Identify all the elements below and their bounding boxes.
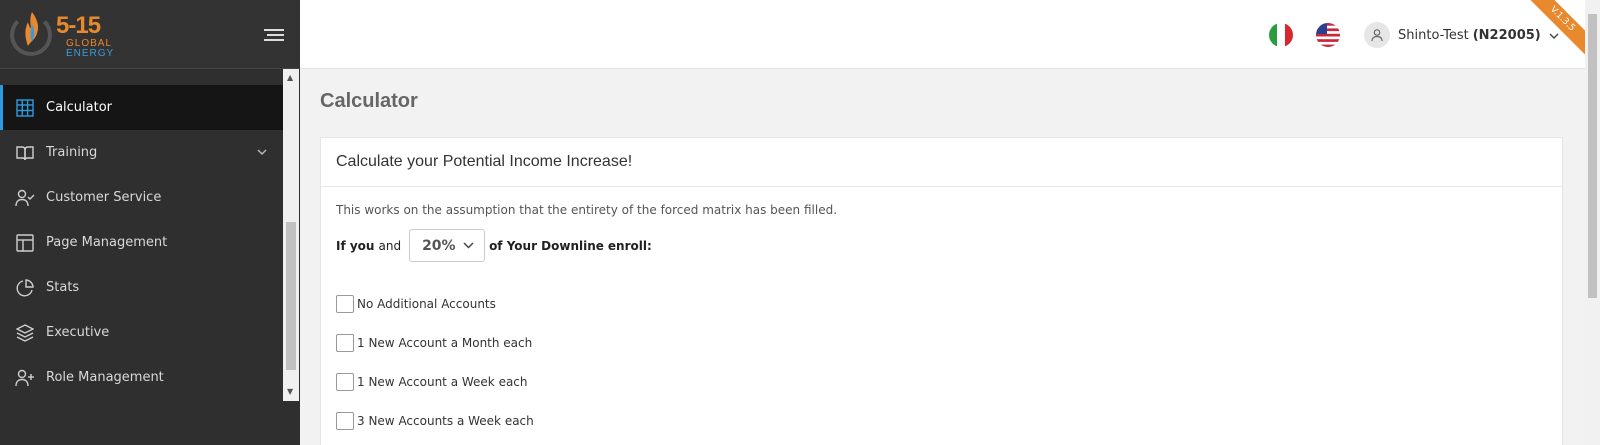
checkbox[interactable] [336, 294, 354, 313]
page-scroll-thumb[interactable] [1588, 14, 1597, 298]
sidebar-scroll-thumb[interactable] [286, 222, 296, 370]
sidebar-item-stats[interactable]: Stats [0, 265, 283, 310]
calculator-card: Calculate your Potential Income Increase… [320, 137, 1563, 445]
chevron-down-icon [257, 144, 267, 158]
assumption-text: This works on the assumption that the en… [336, 203, 838, 217]
enroll-prefix: and [378, 238, 402, 253]
sidebar-item-label: Page Management [46, 235, 168, 250]
sidebar-item-label: Customer Service [46, 190, 162, 205]
option-three-accounts-week[interactable]: 3 New Accounts a Week each [336, 401, 1547, 440]
flag-stripe [1277, 23, 1285, 47]
sidebar-item-label: Stats [46, 280, 80, 295]
book-icon [15, 143, 35, 163]
checkbox[interactable] [336, 333, 354, 352]
page-title: Calculator [320, 90, 418, 112]
us-flag-icon[interactable] [1316, 23, 1340, 47]
sidebar-item-label: Role Management [46, 370, 164, 385]
card-title: Calculate your Potential Income Increase… [336, 153, 633, 170]
sidebar-item-page-management[interactable]: Page Management [0, 220, 283, 265]
user-check-icon [15, 188, 35, 208]
sidebar-item-calculator[interactable]: Calculator [0, 85, 283, 130]
version-ribbon: V.1.3.5 [1529, 0, 1585, 56]
card-header: Calculate your Potential Income Increase… [321, 138, 1562, 187]
user-name: Shinto-Test [1398, 27, 1469, 43]
sidebar: 5-15 GLOBAL ENERGY Calculator Training C… [0, 0, 300, 445]
sidebar-item-label: Training [46, 145, 98, 160]
logo-line2: ENERGY [66, 48, 115, 59]
enroll-suffix-bold: enroll: [607, 238, 652, 253]
enroll-suffix-pre: of Your Downline [489, 238, 604, 253]
option-label: No Additional Accounts [357, 296, 496, 311]
sidebar-item-role-management[interactable]: Role Management [0, 355, 283, 400]
percent-value: 20% [422, 237, 456, 254]
avatar [1364, 22, 1390, 48]
percent-select[interactable]: 20% [409, 229, 486, 262]
chevron-down-icon [463, 242, 474, 249]
option-no-additional-accounts[interactable]: No Additional Accounts [336, 284, 1547, 323]
sidebar-item-training[interactable]: Training [0, 130, 283, 175]
sidebar-item-label: Calculator [46, 100, 113, 115]
scroll-up-arrow-icon[interactable]: ▲ [287, 74, 293, 82]
option-one-account-week[interactable]: 1 New Account a Week each [336, 362, 1547, 401]
flag-stripe [1269, 23, 1277, 47]
pie-chart-icon [15, 278, 35, 298]
sidebar-item-customer-service[interactable]: Customer Service [0, 175, 283, 220]
hamburger-line [267, 34, 284, 36]
sidebar-nav: Calculator Training Customer Service Pag… [0, 69, 283, 401]
card-body: This works on the assumption that the en… [321, 187, 1562, 445]
hamburger-line [264, 29, 284, 31]
option-label: 1 New Account a Month each [357, 335, 533, 350]
page-scrollbar[interactable] [1585, 0, 1600, 445]
italian-flag-icon[interactable] [1269, 23, 1293, 47]
brand-bar: 5-15 GLOBAL ENERGY [0, 0, 300, 69]
hamburger-line [264, 39, 284, 41]
company-logo[interactable]: 5-15 GLOBAL ENERGY [8, 8, 118, 60]
user-plus-icon [15, 368, 35, 388]
top-header: Shinto-Test (N22005) V.1.3.5 [300, 0, 1585, 69]
layout-icon [15, 233, 35, 253]
sidebar-item-executive[interactable]: Executive [0, 310, 283, 355]
account-options: No Additional Accounts 1 New Account a M… [336, 284, 1547, 440]
menu-toggle-button[interactable] [264, 29, 284, 43]
version-label: V.1.3.5 [1529, 0, 1585, 56]
option-label: 3 New Accounts a Week each [357, 413, 534, 428]
flag-stripe [1285, 23, 1293, 47]
checkbox[interactable] [336, 372, 354, 391]
option-one-account-month[interactable]: 1 New Account a Month each [336, 323, 1547, 362]
checkbox[interactable] [336, 411, 354, 430]
sidebar-item-label: Executive [46, 325, 110, 340]
sidebar-item-partial[interactable] [0, 69, 283, 85]
enroll-row: If you and 20% of Your Downline enroll: [336, 229, 1547, 262]
scroll-down-arrow-icon[interactable]: ▼ [287, 388, 293, 396]
sidebar-scrollbar[interactable]: ▲ ▼ [283, 69, 299, 401]
flame-icon [25, 12, 39, 46]
option-label: 1 New Account a Week each [357, 374, 528, 389]
enroll-prefix-bold: If you [336, 238, 375, 253]
calculator-icon [15, 98, 35, 118]
layers-icon [15, 323, 35, 343]
logo-number: 5-15 [56, 12, 101, 39]
